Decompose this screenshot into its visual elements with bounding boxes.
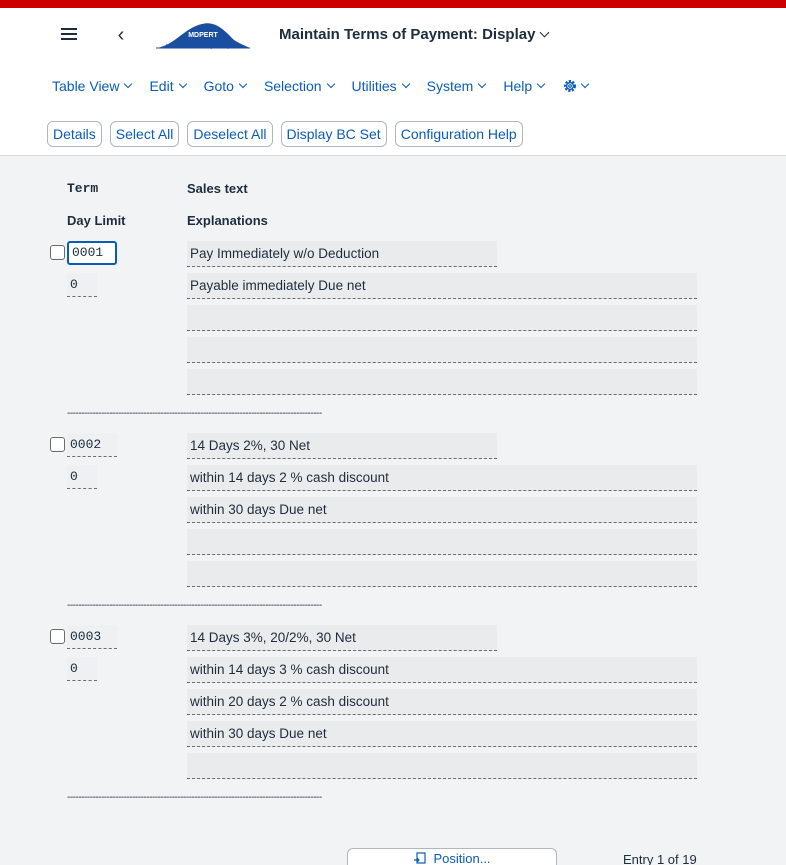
position-button-label: Position... <box>433 851 491 865</box>
position-button[interactable]: Position... <box>347 848 557 865</box>
explanation-field[interactable]: within 20 days 2 % cash discount <box>187 689 697 715</box>
chevron-down-icon <box>124 79 133 89</box>
day-limit-field[interactable]: 0 <box>67 273 97 297</box>
action-toolbar: Details Select All Deselect All Display … <box>47 121 523 147</box>
menu-bar: Table View Edit Goto Selection Utilities… <box>52 76 590 96</box>
row-select-checkbox[interactable] <box>50 245 65 260</box>
term-field[interactable]: 0003 <box>67 625 117 649</box>
column-header-sales-text: Sales text <box>187 181 248 196</box>
settings-menu[interactable] <box>562 78 590 94</box>
row-select-checkbox[interactable] <box>50 629 65 644</box>
chevron-down-icon <box>401 79 410 89</box>
shell-header: ‹ MDPERT Make a Difference by an Expert … <box>0 8 786 156</box>
menu-edit[interactable]: Edit <box>149 78 187 94</box>
chevron-down-icon <box>478 79 487 89</box>
select-all-button[interactable]: Select All <box>109 121 180 147</box>
explanation-field[interactable]: within 14 days 2 % cash discount <box>187 465 697 491</box>
explanation-field[interactable] <box>187 561 697 587</box>
details-button[interactable]: Details <box>47 121 102 147</box>
sales-text-field[interactable]: Pay Immediately w/o Deduction <box>187 241 497 267</box>
day-limit-field[interactable]: 0 <box>67 465 97 489</box>
chevron-down-icon <box>580 79 590 89</box>
back-button[interactable]: ‹ <box>110 22 132 48</box>
sales-text-field[interactable]: 14 Days 3%, 20/2%, 30 Net <box>187 625 497 651</box>
position-icon <box>414 851 427 864</box>
top-accent-bar <box>0 0 786 8</box>
row-separator: ----------------------------------------… <box>67 601 322 611</box>
logo-text: MDPERT <box>188 32 218 39</box>
gear-icon <box>564 80 577 92</box>
explanation-field[interactable] <box>187 369 697 395</box>
chevron-down-icon <box>536 79 546 89</box>
row-separator: ----------------------------------------… <box>67 409 322 419</box>
explanation-field[interactable]: within 30 days Due net <box>187 721 697 747</box>
explanation-field[interactable] <box>187 753 697 779</box>
display-bc-set-button[interactable]: Display BC Set <box>280 121 387 147</box>
term-field[interactable]: 0001 <box>67 241 117 265</box>
menu-selection[interactable]: Selection <box>264 78 335 94</box>
explanation-field[interactable] <box>187 529 697 555</box>
app-title-dropdown[interactable]: Maintain Terms of Payment: Display <box>279 26 550 43</box>
term-field[interactable]: 0002 <box>67 433 117 457</box>
menu-hamburger-icon[interactable] <box>58 25 80 47</box>
table-content: Term Sales text Day Limit Explanations 0… <box>0 157 786 865</box>
chevron-down-icon <box>326 79 335 89</box>
row-separator: ----------------------------------------… <box>67 793 322 803</box>
explanation-field[interactable] <box>187 305 697 331</box>
sales-text-field[interactable]: 14 Days 2%, 30 Net <box>187 433 497 459</box>
column-header-term: Term <box>67 181 99 196</box>
menu-goto[interactable]: Goto <box>204 78 248 94</box>
explanation-field[interactable]: within 30 days Due net <box>187 497 697 523</box>
explanation-field[interactable]: Payable immediately Due net <box>187 273 697 299</box>
menu-table-view[interactable]: Table View <box>52 78 133 94</box>
menu-help[interactable]: Help <box>503 78 546 94</box>
day-limit-field[interactable]: 0 <box>67 657 97 681</box>
row-select-checkbox[interactable] <box>50 437 65 452</box>
column-header-explanations: Explanations <box>187 213 268 228</box>
logo-tagline: Make a Difference by an Expert <box>166 44 236 50</box>
entry-counter: Entry 1 of 19 <box>623 852 697 865</box>
menu-utilities[interactable]: Utilities <box>352 78 410 94</box>
menu-system[interactable]: System <box>427 78 487 94</box>
explanation-field[interactable] <box>187 337 697 363</box>
explanation-field[interactable]: within 14 days 3 % cash discount <box>187 657 697 683</box>
chevron-down-icon <box>238 79 248 89</box>
chevron-down-icon <box>178 79 187 89</box>
column-header-day-limit: Day Limit <box>67 213 126 228</box>
page-title: Maintain Terms of Payment: Display <box>279 26 536 43</box>
chevron-down-icon <box>540 27 550 38</box>
configuration-help-button[interactable]: Configuration Help <box>394 121 523 147</box>
deselect-all-button[interactable]: Deselect All <box>187 121 273 147</box>
